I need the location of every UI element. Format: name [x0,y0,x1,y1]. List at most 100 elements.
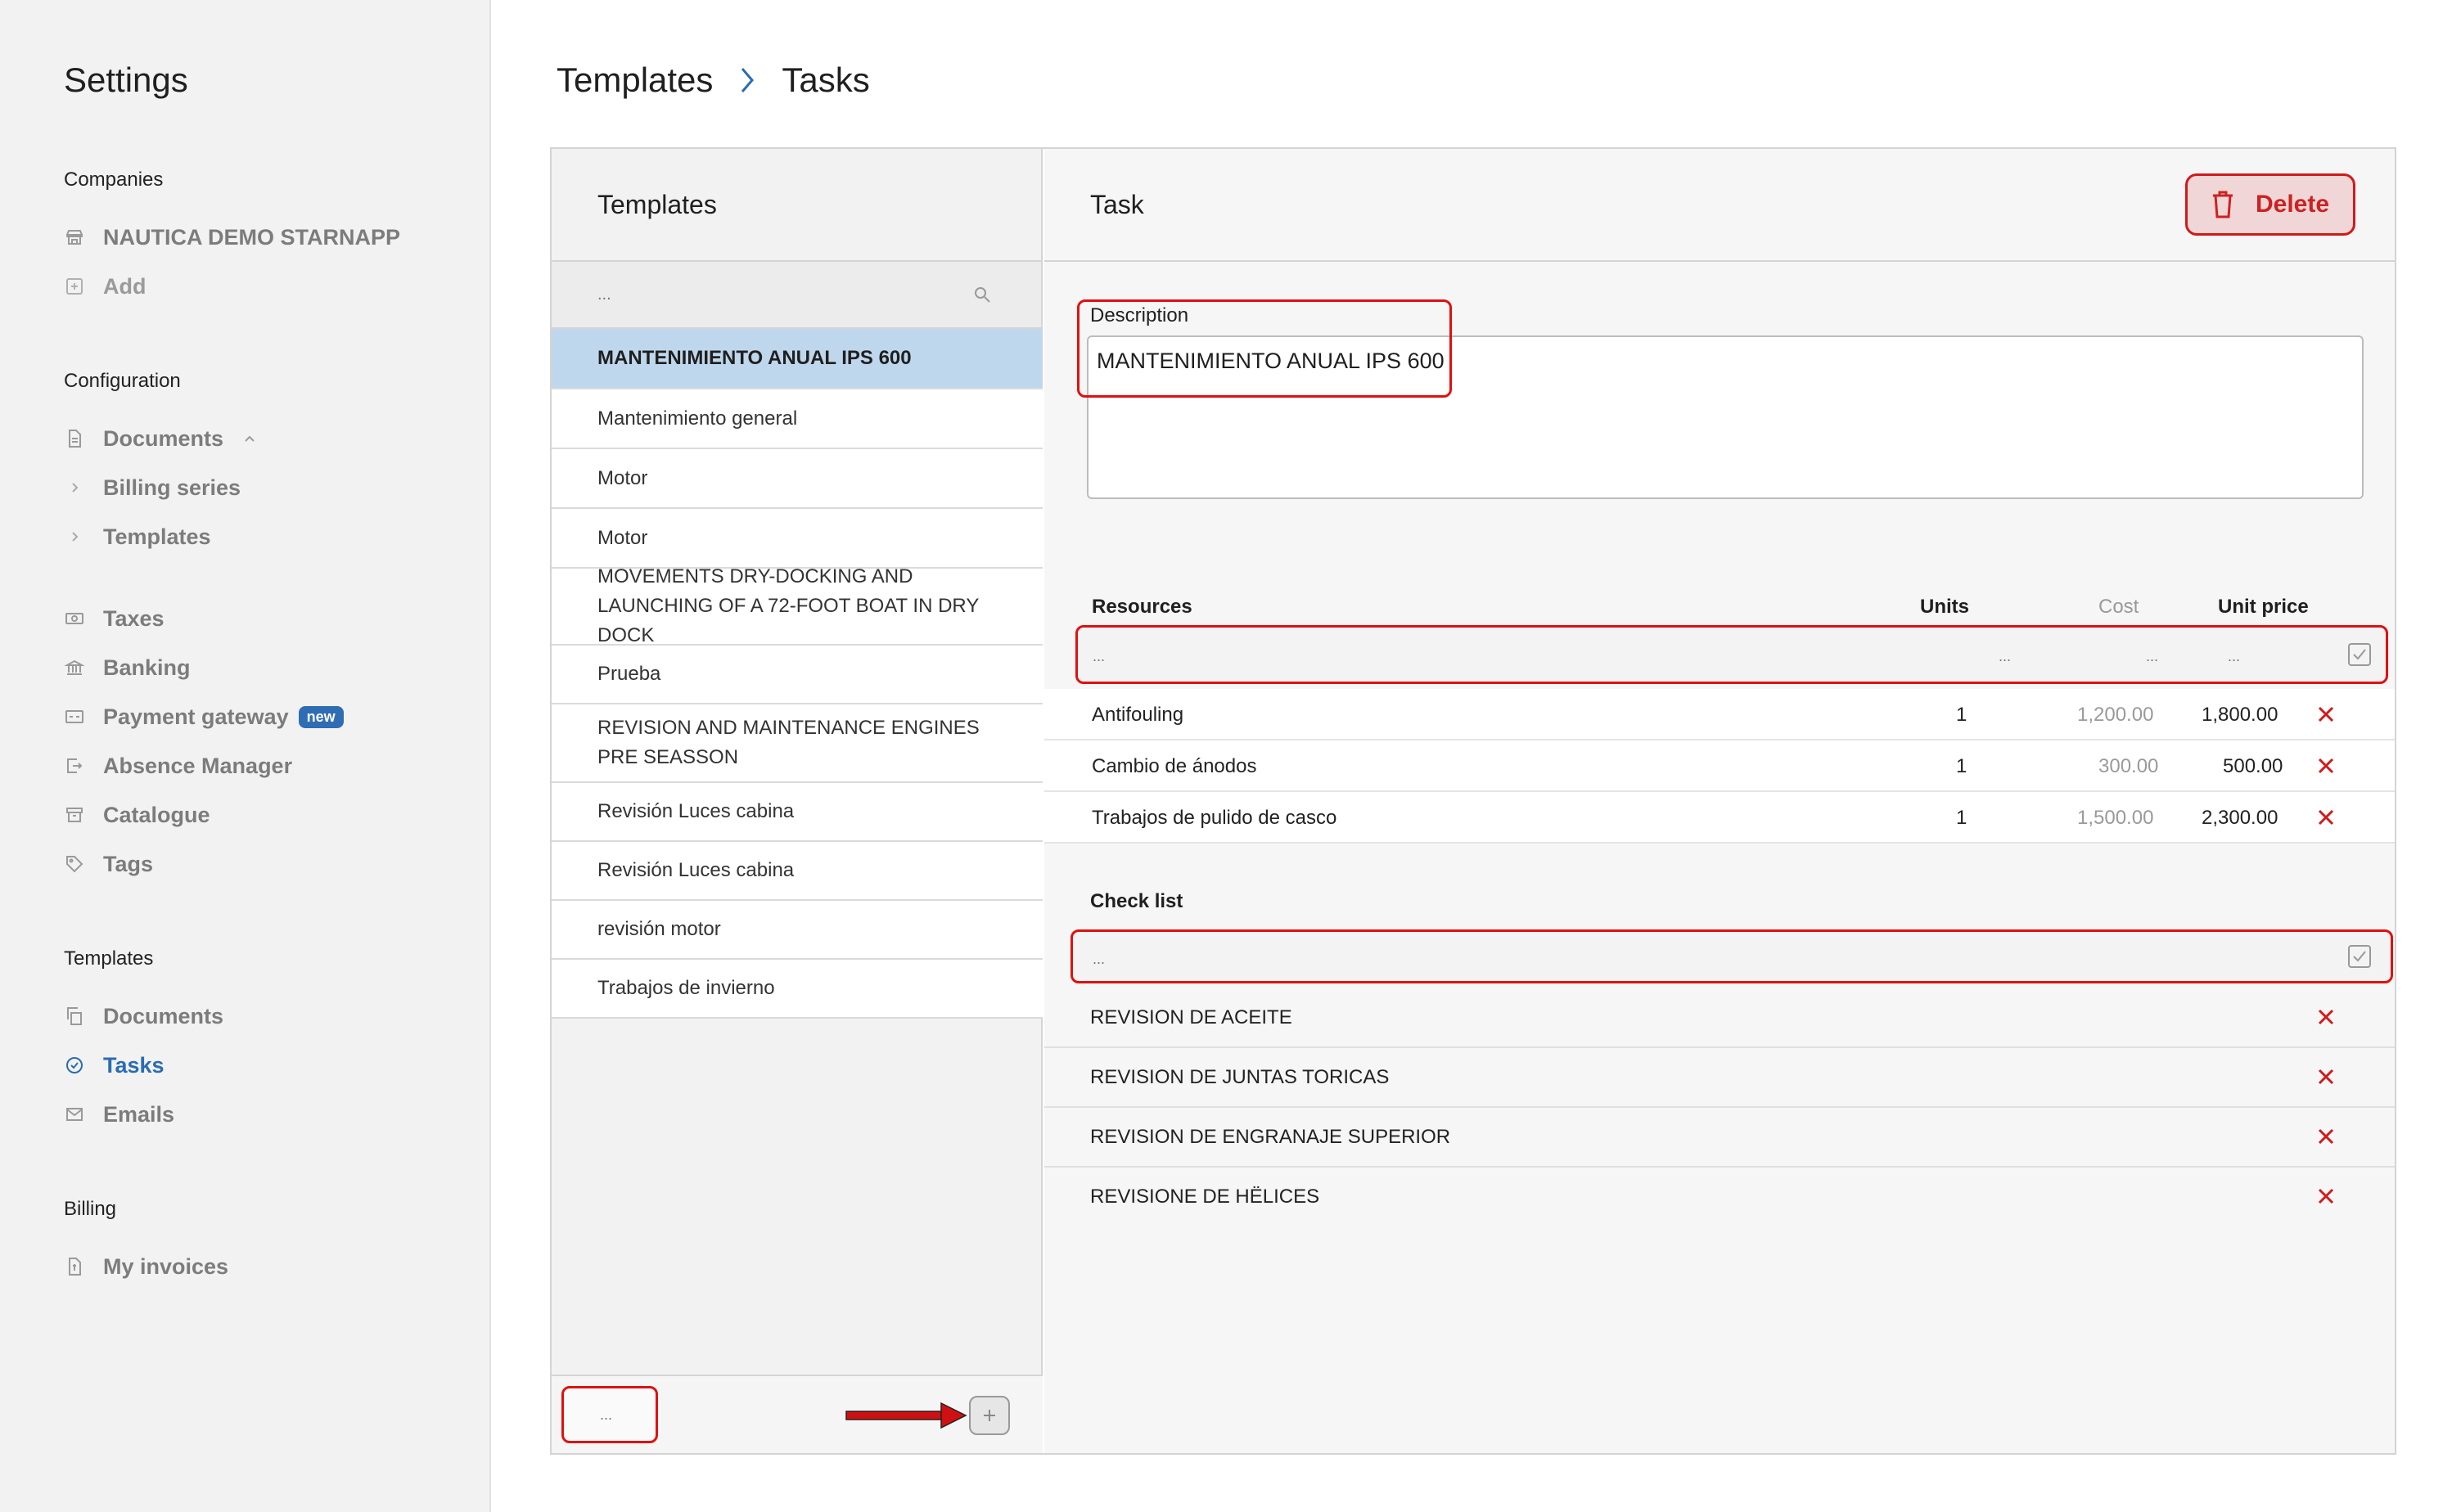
sidebar-item-label: Tags [103,851,154,876]
new-resource-cost[interactable] [2076,644,2158,668]
resources-table: Antifouling 1 1,200.00 1,800.00 Cambio d… [1044,689,2395,844]
chevron-up-icon[interactable] [243,432,256,445]
sidebar-item-banking[interactable]: Banking [64,651,191,684]
remove-icon[interactable] [2315,1006,2337,1028]
templates-panel: Templates MANTENIMIENTO ANUAL IPS 600 Ma… [550,147,2396,1455]
remove-icon[interactable] [2315,1126,2337,1147]
description-field[interactable]: MANTENIMIENTO ANUAL IPS 600 [1087,335,2364,499]
sidebar-item-label: My invoices [103,1253,229,1279]
section-companies: Companies [64,169,164,191]
sidebar-item-company[interactable]: NAUTICA DEMO STARNAPP [64,221,400,254]
check-circle-icon [64,1055,85,1076]
list-item[interactable]: revisión motor [552,901,1043,960]
col-resources: Resources [1092,596,1192,618]
resource-name: Trabajos de pulido de casco [1092,807,1337,829]
sidebar-item-label: Documents [103,425,224,451]
sidebar-item-label: Tasks [103,1052,165,1078]
sidebar-item-label: Add [103,273,146,299]
new-badge: new [298,705,344,728]
resource-units: 1 [1956,807,1967,829]
sidebar-item-documents[interactable]: Documents [64,422,256,455]
breadcrumb-templates[interactable]: Templates [557,61,713,100]
chevron-right-icon [64,526,85,547]
search-icon[interactable] [972,285,992,304]
new-resource-name[interactable] [1093,644,1829,668]
list-footer [552,1375,1043,1453]
list-item[interactable]: MANTENIMIENTO ANUAL IPS 600 [552,329,1043,389]
table-row: Antifouling 1 1,200.00 1,800.00 [1044,689,2395,740]
sidebar-item-taxes[interactable]: Taxes [64,602,165,635]
remove-icon[interactable] [2315,1066,2337,1087]
list-item[interactable]: Mantenimiento general [552,389,1043,449]
settings-sidebar: Settings Companies NAUTICA DEMO STARNAPP… [0,0,491,1512]
resource-price: 1,800.00 [2202,704,2278,726]
sidebar-item-tags[interactable]: Tags [64,848,153,880]
list-item[interactable]: Motor [552,509,1043,569]
detail-title: Task [1090,189,1144,219]
sidebar-item-template-tasks[interactable]: Tasks [64,1049,165,1082]
trash-icon [2212,191,2233,218]
sidebar-item-payment-gateway[interactable]: Payment gateway new [64,700,344,733]
sidebar-item-add-company[interactable]: Add [64,270,146,303]
sidebar-item-template-documents[interactable]: Documents [64,1000,223,1033]
sidebar-item-label: Banking [103,655,191,680]
sidebar-item-label: Documents [103,1003,224,1028]
add-template-button[interactable] [969,1396,1010,1435]
sidebar-title: Settings [64,61,188,99]
resource-name: Antifouling [1092,704,1184,726]
sidebar-item-catalogue[interactable]: Catalogue [64,799,210,831]
new-resource-units[interactable] [1945,644,2011,668]
sidebar-item-absence-manager[interactable]: Absence Manager [64,749,292,782]
chevron-right-icon [64,477,85,498]
table-row: Cambio de ánodos 1 300.00 500.00 [1044,740,2395,792]
remove-icon[interactable] [2315,807,2337,828]
new-checklist-input[interactable] [1093,947,2238,971]
remove-icon[interactable] [2315,755,2337,776]
table-row: Trabajos de pulido de casco 1 1,500.00 2… [1044,792,2395,844]
breadcrumb: Templates Tasks [557,61,870,100]
new-checklist-row [1070,929,2393,983]
list-item: REVISION DE ACEITE [1044,988,2395,1048]
list-item[interactable]: Prueba [552,646,1043,704]
sidebar-item-my-invoices[interactable]: My invoices [64,1250,228,1283]
search-input[interactable] [597,280,958,309]
resource-units: 1 [1956,755,1967,777]
remove-icon[interactable] [2315,704,2337,725]
list-item[interactable]: Motor [552,449,1043,509]
sidebar-item-config-templates[interactable]: Templates [64,520,211,553]
list-item[interactable]: MOVEMENTS DRY-DOCKING AND LAUNCHING OF A… [552,565,1043,646]
list-item[interactable]: Trabajos de invierno [552,960,1043,1019]
list-header: Templates [552,149,1041,262]
delete-button[interactable]: Delete [2185,173,2355,236]
col-unit-price: Unit price [2218,596,2309,618]
bank-icon [64,657,85,678]
checkbox-confirm-icon[interactable] [2346,641,2373,668]
new-template-input[interactable] [561,1386,658,1443]
resource-units: 1 [1956,704,1967,726]
list-item: REVISIONE DE HËLICES [1044,1168,2395,1227]
checklist-item-label: REVISION DE JUNTAS TORICAS [1090,1066,1390,1088]
plus-square-icon [64,276,85,297]
checkbox-confirm-icon[interactable] [2346,943,2373,970]
sidebar-item-label: Absence Manager [103,753,293,778]
store-icon [64,227,85,248]
mail-icon [64,1104,85,1125]
payment-card-icon [64,706,85,727]
list-item[interactable]: Revisión Luces cabina [552,842,1043,901]
remove-icon[interactable] [2315,1186,2337,1207]
tag-icon [64,853,85,875]
checklist-header: Check list [1090,890,1183,912]
list-item[interactable]: Revisión Luces cabina [552,783,1043,842]
col-cost: Cost [2098,596,2139,618]
new-resource-price[interactable] [2158,644,2240,668]
template-list: MANTENIMIENTO ANUAL IPS 600 Mantenimient… [552,329,1043,1019]
sidebar-item-label: NAUTICA DEMO STARNAPP [103,224,400,250]
sidebar-item-label: Templates [103,524,211,549]
sidebar-item-billing-series[interactable]: Billing series [64,471,241,504]
list-item[interactable]: REVISION AND MAINTENANCE ENGINES PRE SEA… [552,704,1043,783]
checklist-item-label: REVISION DE ENGRANAJE SUPERIOR [1090,1126,1451,1148]
breadcrumb-tasks: Tasks [782,61,870,99]
plus-icon [984,1410,995,1421]
sidebar-item-template-emails[interactable]: Emails [64,1098,174,1131]
resources-header: Resources Units Cost Unit price [1044,596,2395,628]
